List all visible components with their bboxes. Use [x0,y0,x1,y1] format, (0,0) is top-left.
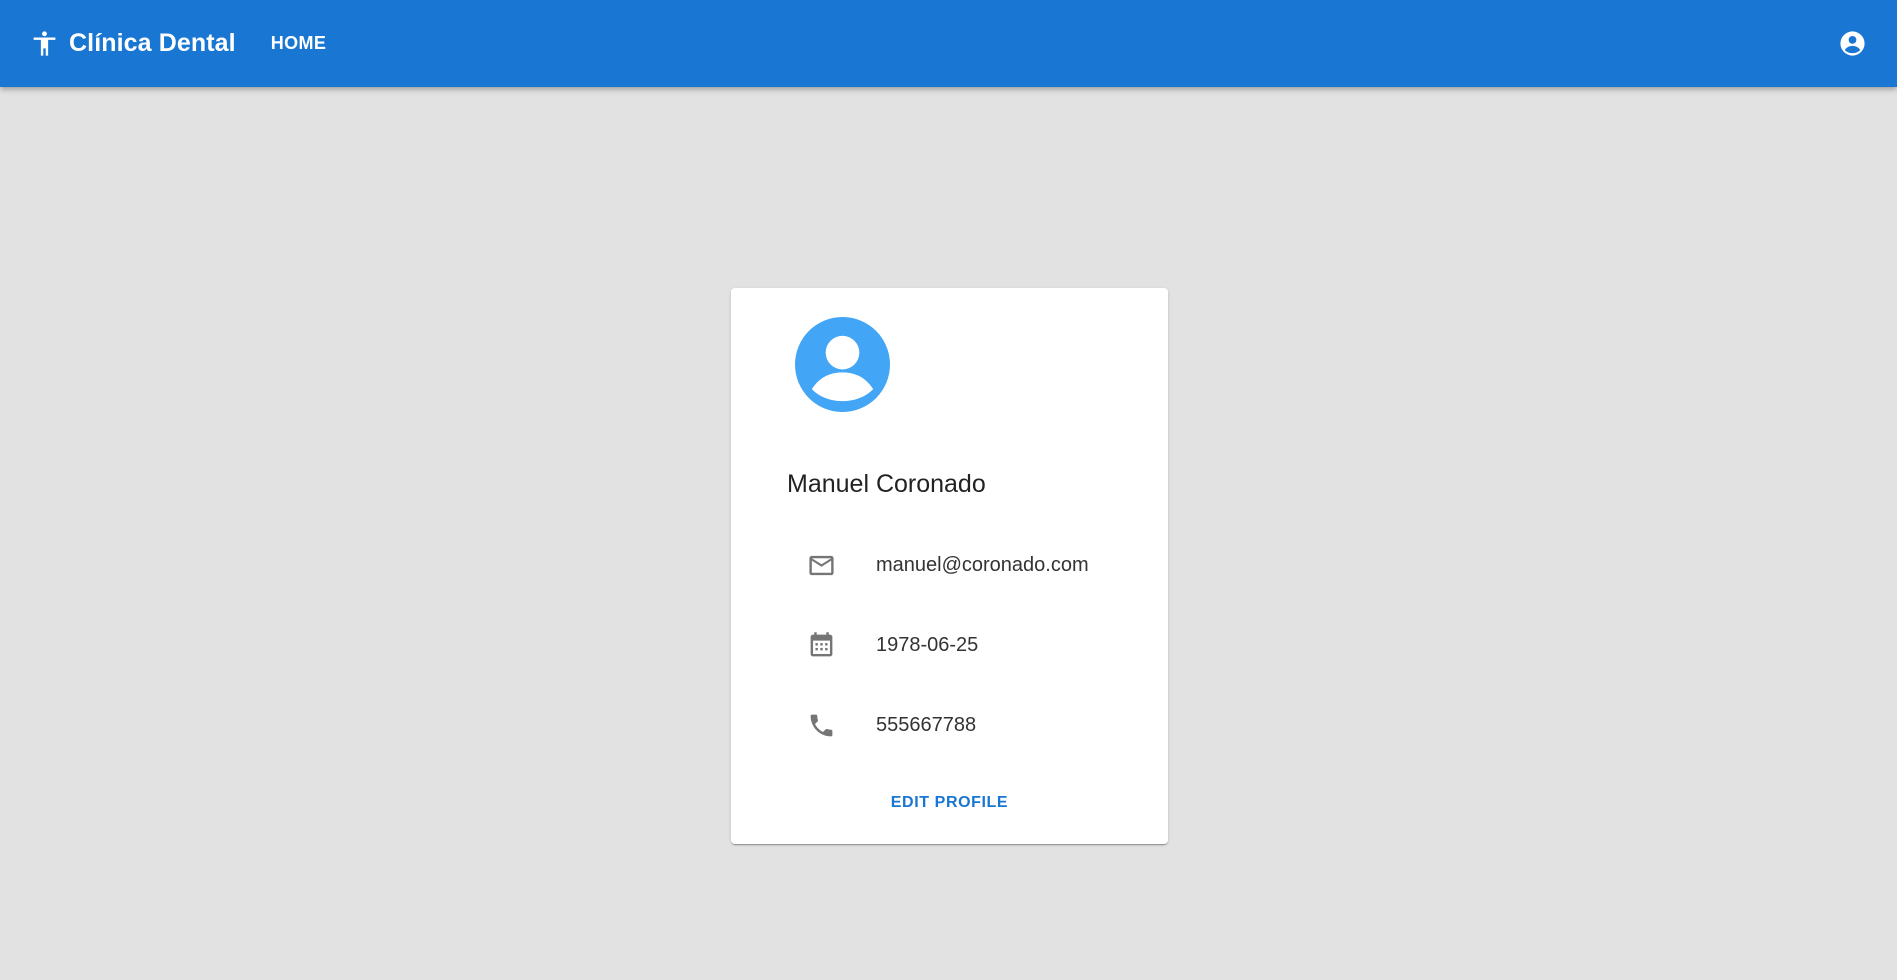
nav-home-button[interactable]: HOME [271,25,327,62]
phone-icon [807,711,836,740]
birthdate-value: 1978-06-25 [876,633,979,656]
phone-row: 555667788 [731,705,1168,745]
calendar-icon [807,631,836,660]
brand-title: Clínica Dental [69,29,236,57]
birthdate-row: 1978-06-25 [731,625,1168,665]
email-value: manuel@coronado.com [876,553,1089,576]
edit-profile-button[interactable]: EDIT PROFILE [731,794,1168,812]
phone-value: 555667788 [876,713,977,736]
mail-icon [807,551,836,580]
brand-link[interactable]: Clínica Dental [30,29,236,58]
account-circle-icon[interactable] [1838,29,1867,58]
app-bar: Clínica Dental HOME [0,0,1897,87]
avatar-icon [795,317,890,412]
profile-card: Manuel Coronado manuel@coronado.com 1978… [731,288,1168,844]
profile-name: Manuel Coronado [787,470,986,498]
email-row: manuel@coronado.com [731,545,1168,585]
accessibility-icon [30,29,59,58]
